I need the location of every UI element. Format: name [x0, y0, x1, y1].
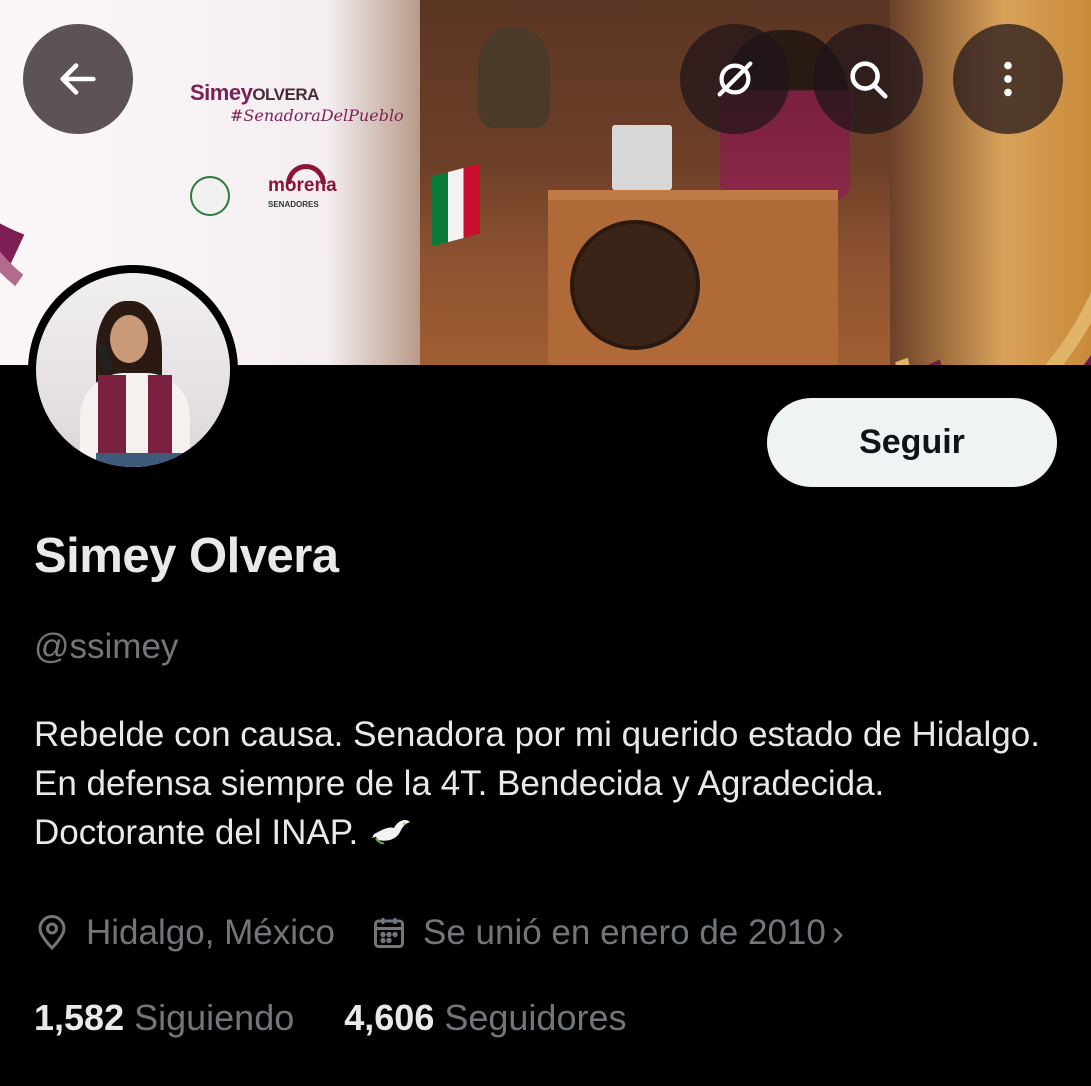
- search-icon: [850, 61, 888, 99]
- following-stat[interactable]: 1,582 Siguiendo: [34, 997, 294, 1039]
- banner-logo: SimeyOLVERA #SenadoraDelPueblo morena SE…: [190, 80, 430, 216]
- logo-name: SimeyOLVERA: [190, 80, 430, 106]
- more-options-button[interactable]: [953, 24, 1063, 134]
- profile-meta: Hidalgo, México Se unió en enero de 2010…: [34, 910, 880, 956]
- followers-stat[interactable]: 4,606 Seguidores: [344, 997, 626, 1039]
- senate-seal-icon: [190, 176, 230, 216]
- location-text: Hidalgo, México: [86, 913, 335, 952]
- spaces-icon: [717, 61, 753, 97]
- logo-first-name: Simey: [190, 80, 253, 105]
- following-label: Siguiendo: [134, 997, 295, 1038]
- profile-name: Simey Olvera: [34, 529, 339, 583]
- location-pin-icon: [38, 915, 66, 951]
- more-vertical-icon: [1004, 61, 1012, 97]
- profile-bio: Rebelde con causa. Senadora por mi queri…: [34, 710, 1064, 857]
- logo-hashtag: #SenadoraDelPueblo: [230, 106, 404, 125]
- avatar-jeans: [96, 453, 186, 467]
- followers-label: Seguidores: [444, 997, 627, 1038]
- joined-text: Se unió en enero de 2010: [423, 913, 826, 952]
- mexico-flag: [432, 163, 480, 247]
- avatar[interactable]: [28, 265, 238, 475]
- joined-date[interactable]: Se unió en enero de 2010 ›: [371, 912, 844, 954]
- chevron-right-icon: ›: [831, 912, 844, 953]
- follow-button[interactable]: Seguir: [767, 398, 1057, 487]
- bio-text: Rebelde con causa. Senadora por mi queri…: [34, 715, 1040, 852]
- following-count: 1,582: [34, 997, 125, 1038]
- laptop: [612, 125, 672, 190]
- party-logo-text: morena: [268, 175, 337, 196]
- senate-seal: [570, 220, 700, 350]
- bust-statue: [478, 28, 550, 128]
- followers-count: 4,606: [344, 997, 435, 1038]
- logo-last-name: OLVERA: [252, 85, 319, 104]
- dove-icon: [372, 810, 412, 845]
- follow-stats: 1,582 Siguiendo 4,606 Seguidores: [34, 997, 677, 1039]
- avatar-face: [110, 315, 148, 363]
- party-logo-sub: SENADORES: [268, 200, 319, 209]
- avatar-photo: [36, 273, 230, 467]
- profile-handle: @ssimey: [34, 627, 179, 666]
- back-button[interactable]: [23, 24, 133, 134]
- arrow-left-icon: [60, 63, 96, 95]
- calendar-icon: [374, 918, 404, 948]
- location: Hidalgo, México: [34, 913, 335, 953]
- spaces-button[interactable]: [680, 24, 790, 134]
- search-button[interactable]: [813, 24, 923, 134]
